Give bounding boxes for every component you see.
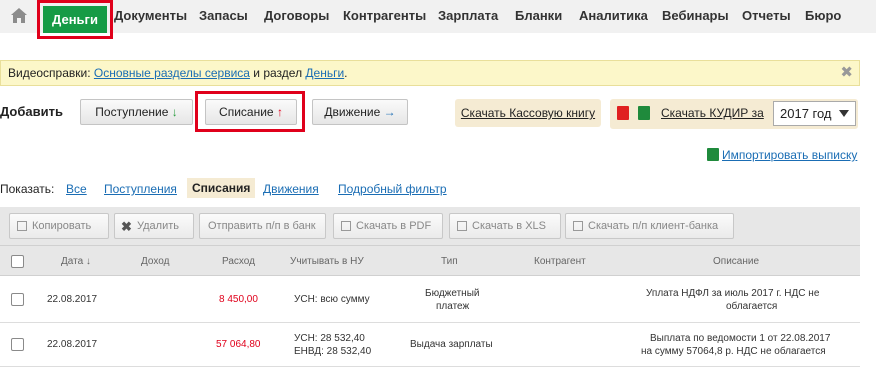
row-tax-usn: УСН: 28 532,40 — [294, 333, 365, 344]
row-tax-accounting: УСН: всю сумму — [294, 294, 370, 305]
filter-income[interactable]: Поступления — [104, 182, 177, 196]
home-icon[interactable] — [10, 7, 28, 24]
download-client-bank-label: Скачать п/п клиент-банка — [588, 220, 719, 232]
add-income-button[interactable]: Поступление ↓ — [80, 99, 193, 125]
info-prefix: Видеосправки: — [8, 66, 94, 80]
row-description-line1: Уплата НДФЛ за июль 2017 г. НДС не — [646, 288, 820, 299]
header-description: Описание — [713, 256, 760, 267]
download-xls-label: Скачать в XLS — [472, 220, 546, 232]
copy-label: Копировать — [32, 220, 92, 232]
download-client-bank-button[interactable]: Скачать п/п клиент-банка — [565, 213, 734, 239]
nav-item-forms[interactable]: Бланки — [515, 8, 562, 23]
nav-item-contractors[interactable]: Контрагенты — [343, 8, 426, 23]
year-select-value: 2017 год — [780, 106, 832, 121]
header-tax-accounting: Учитывать в НУ — [290, 256, 364, 267]
header-date[interactable]: Дата ↓ — [61, 256, 91, 267]
import-statement-link[interactable]: Импортировать выписку — [722, 148, 857, 162]
download-cash-book-link[interactable]: Скачать Кассовую книгу — [461, 106, 595, 120]
header-counterparty: Контрагент — [534, 256, 586, 267]
row-description-line2: облагается — [726, 301, 778, 312]
filter-expense[interactable]: Списания — [187, 178, 256, 198]
filter-all[interactable]: Все — [66, 182, 87, 196]
copy-button[interactable]: Копировать — [9, 213, 109, 239]
add-movement-label: Движение — [324, 105, 381, 119]
row-tax-envd: ЕНВД: 28 532,40 — [294, 346, 372, 357]
add-label: Добавить — [0, 104, 63, 119]
row-expense: 8 450,00 — [219, 294, 258, 305]
row-divider — [0, 322, 860, 323]
pdf-icon[interactable] — [617, 106, 629, 120]
select-all-checkbox[interactable] — [11, 255, 24, 268]
row-date: 22.08.2017 — [47, 339, 98, 350]
add-income-label: Поступление — [95, 105, 169, 119]
expense-highlight-frame — [195, 91, 305, 132]
row-type-line1: Бюджетный — [425, 288, 480, 299]
nav-item-analytics[interactable]: Аналитика — [579, 8, 648, 23]
dropdown-arrow-icon — [839, 110, 849, 117]
nav-item-money-highlight: Деньги — [37, 0, 113, 39]
row-date: 22.08.2017 — [47, 294, 98, 305]
link-main-sections[interactable]: Основные разделы сервиса — [94, 66, 250, 80]
row-divider — [0, 366, 860, 367]
excel-icon[interactable] — [638, 106, 650, 120]
download-xls-button[interactable]: Скачать в XLS — [449, 213, 561, 239]
video-help-bar: Видеосправки: Основные разделы сервиса и… — [0, 60, 860, 86]
nav-item-contracts[interactable]: Договоры — [264, 8, 329, 23]
download-pdf-button[interactable]: Скачать в PDF — [333, 213, 443, 239]
info-suffix: . — [344, 66, 348, 80]
send-to-bank-button[interactable]: Отправить п/п в банк — [199, 213, 326, 239]
delete-label: Удалить — [137, 220, 179, 232]
close-icon[interactable]: ✖ — [840, 61, 853, 85]
delete-button[interactable]: ✖ Удалить — [114, 213, 194, 239]
row-description-line1: Выплата по ведомости 1 от 22.08.2017 — [650, 333, 831, 344]
copy-icon — [17, 221, 27, 231]
nav-item-webinars[interactable]: Вебинары — [662, 8, 729, 23]
filter-movements[interactable]: Движения — [263, 182, 319, 196]
row-checkbox[interactable] — [11, 293, 24, 306]
header-type: Тип — [441, 256, 458, 267]
info-middle: и раздел — [249, 66, 306, 80]
download-kudir-link[interactable]: Скачать КУДИР за — [661, 106, 764, 120]
document-icon — [573, 221, 583, 231]
year-select[interactable]: 2017 год — [773, 101, 856, 126]
xls-small-icon — [457, 221, 467, 231]
row-checkbox[interactable] — [11, 338, 24, 351]
arrow-right-icon: → — [383, 105, 396, 119]
nav-item-money[interactable]: Деньги — [43, 6, 107, 33]
nav-item-bureau[interactable]: Бюро — [805, 8, 841, 23]
filter-detailed[interactable]: Подробный фильтр — [338, 182, 447, 196]
send-to-bank-label: Отправить п/п в банк — [208, 220, 316, 232]
link-money-section[interactable]: Деньги — [305, 66, 344, 80]
nav-item-reports[interactable]: Отчеты — [742, 8, 791, 23]
delete-icon: ✖ — [121, 219, 132, 234]
excel-import-icon — [707, 148, 719, 161]
row-expense: 57 064,80 — [216, 339, 261, 350]
nav-item-stock[interactable]: Запасы — [199, 8, 248, 23]
row-description-line2: на сумму 57064,8 р. НДС не облагается — [641, 346, 826, 357]
add-movement-button[interactable]: Движение → — [312, 99, 408, 125]
show-label: Показать: — [0, 182, 55, 196]
header-expense: Расход — [222, 256, 255, 267]
row-type: Выдача зарплаты — [410, 339, 493, 350]
header-income: Доход — [141, 256, 170, 267]
nav-item-salary[interactable]: Зарплата — [438, 8, 498, 23]
arrow-down-icon: ↓ — [171, 105, 178, 119]
pdf-small-icon — [341, 221, 351, 231]
download-pdf-label: Скачать в PDF — [356, 220, 432, 232]
nav-item-documents[interactable]: Документы — [114, 8, 187, 23]
download-cash-book-box[interactable]: Скачать Кассовую книгу — [455, 99, 601, 127]
row-type-line2: платеж — [436, 301, 470, 312]
